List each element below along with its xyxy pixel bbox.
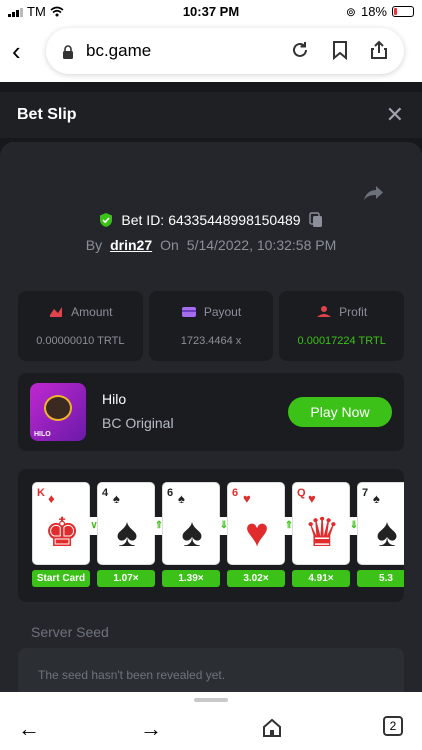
coins-icon bbox=[50, 307, 63, 317]
bet-slip-header: Bet Slip ✕ bbox=[0, 92, 422, 138]
bet-stats: Amount 0.00000010 TRTL Payout 1723.4464 … bbox=[18, 291, 405, 361]
tabs-button[interactable]: 2 bbox=[383, 716, 403, 736]
browser-bottom-bar: ← → 2 bbox=[0, 692, 422, 750]
card-art: ♠ bbox=[181, 511, 203, 555]
card-rank: 6 bbox=[167, 487, 174, 499]
card-suit: ♠ bbox=[113, 491, 120, 506]
verified-shield-icon bbox=[100, 213, 113, 227]
server-seed-text: The seed hasn't been revealed yet. bbox=[38, 668, 226, 682]
card-rank: K bbox=[37, 487, 45, 499]
card-multiplier: 5.3 bbox=[357, 570, 404, 587]
stat-value: 0.00017224 TRTL bbox=[297, 335, 386, 347]
cards-history: K ♦ ♚ ∨ Start Card 4 ♠ ♠ ⇑ 1.07× 6 ♠ ♠ ⇓… bbox=[18, 469, 404, 602]
card-art: ♚ bbox=[44, 511, 80, 555]
battery-icon bbox=[392, 6, 414, 17]
profit-icon bbox=[317, 306, 332, 317]
playing-card: K ♦ ♚ bbox=[32, 482, 90, 565]
orientation-lock-icon: ⊚ bbox=[345, 4, 356, 19]
game-thumbnail[interactable]: HILO bbox=[30, 383, 86, 441]
play-now-button[interactable]: Play Now bbox=[288, 397, 392, 427]
copy-icon[interactable] bbox=[308, 212, 323, 228]
bet-id-row: Bet ID: 64335448998150489 bbox=[0, 212, 422, 228]
card-multiplier: 4.91× bbox=[292, 570, 350, 587]
playing-card: 6 ♥ ♥ bbox=[227, 482, 285, 565]
stat-amount: Amount 0.00000010 TRTL bbox=[18, 291, 143, 361]
card-rank: 6 bbox=[232, 487, 239, 499]
playing-card: 6 ♠ ♠ bbox=[162, 482, 220, 565]
stat-label: Amount bbox=[71, 305, 113, 319]
card-suit: ♦ bbox=[48, 491, 55, 506]
nav-back-icon[interactable]: ← bbox=[18, 716, 40, 742]
card-rank: 4 bbox=[102, 487, 109, 499]
share-icon[interactable] bbox=[370, 40, 388, 60]
thumb-tag: HILO bbox=[34, 431, 51, 438]
battery-percent: 18% bbox=[360, 4, 387, 19]
home-icon[interactable] bbox=[262, 718, 282, 738]
username-link[interactable]: drin27 bbox=[110, 237, 152, 253]
card-art: ♥ bbox=[245, 511, 269, 555]
browser-toolbar: ‹ bc.game bbox=[0, 22, 422, 82]
card-art: ♛ bbox=[304, 511, 340, 555]
card-rank: 7 bbox=[362, 487, 369, 499]
status-right: ⊚ 18% bbox=[346, 4, 414, 19]
card-rank: Q bbox=[297, 487, 306, 499]
forward-share-icon[interactable] bbox=[362, 184, 384, 202]
bet-id-value: 64335448998150489 bbox=[168, 212, 301, 228]
lock-icon bbox=[63, 45, 73, 59]
game-name: Hilo bbox=[102, 391, 127, 407]
back-icon[interactable]: ‹ bbox=[12, 38, 34, 66]
bet-meta-row: By drin27 On 5/14/2022, 10:32:58 PM bbox=[0, 237, 422, 253]
reload-icon[interactable] bbox=[290, 40, 310, 60]
game-subtitle: BC Original bbox=[102, 415, 174, 431]
card-suit: ♠ bbox=[373, 491, 380, 506]
stat-value: 0.00000010 TRTL bbox=[36, 335, 125, 347]
card-multiplier: Start Card bbox=[32, 570, 90, 587]
address-bar[interactable]: bc.game bbox=[46, 28, 404, 74]
playing-card: Q ♥ ♛ bbox=[292, 482, 350, 565]
drag-handle[interactable] bbox=[194, 698, 228, 702]
by-label: By bbox=[85, 237, 103, 253]
server-seed-label: Server Seed bbox=[31, 624, 109, 640]
stat-profit: Profit 0.00017224 TRTL bbox=[279, 291, 405, 361]
url-text: bc.game bbox=[86, 41, 152, 60]
nav-forward-icon[interactable]: → bbox=[140, 716, 162, 742]
card-art: ♠ bbox=[116, 511, 138, 555]
card-suit: ♥ bbox=[308, 491, 316, 506]
mascot-icon bbox=[44, 395, 72, 421]
card-multiplier: 1.39× bbox=[162, 570, 220, 587]
page-title: Bet Slip bbox=[17, 106, 77, 123]
stat-payout: Payout 1723.4464 x bbox=[148, 291, 274, 361]
stat-label: Profit bbox=[339, 305, 368, 319]
bet-date: 5/14/2022, 10:32:58 PM bbox=[186, 237, 337, 253]
card-suit: ♠ bbox=[178, 491, 185, 506]
status-bar: TM 10:37 PM ⊚ 18% bbox=[0, 0, 422, 22]
playing-card: 4 ♠ ♠ bbox=[97, 482, 155, 565]
on-label: On bbox=[160, 237, 179, 253]
bookmark-icon[interactable] bbox=[332, 40, 348, 60]
stat-label: Payout bbox=[203, 305, 242, 319]
playing-card: 7 ♠ ♠ bbox=[357, 482, 404, 565]
card-multiplier: 3.02× bbox=[227, 570, 285, 587]
card-suit: ♥ bbox=[243, 491, 251, 506]
wallet-icon bbox=[181, 307, 196, 317]
stat-value: 1723.4464 x bbox=[180, 335, 242, 347]
card-art: ♠ bbox=[376, 511, 398, 555]
browser-actions bbox=[290, 40, 388, 60]
card-multiplier: 1.07× bbox=[97, 570, 155, 587]
game-card: HILO Hilo BC Original Play Now bbox=[18, 373, 404, 451]
bet-id-label: Bet ID: bbox=[121, 212, 165, 228]
close-icon[interactable]: ✕ bbox=[386, 102, 404, 128]
